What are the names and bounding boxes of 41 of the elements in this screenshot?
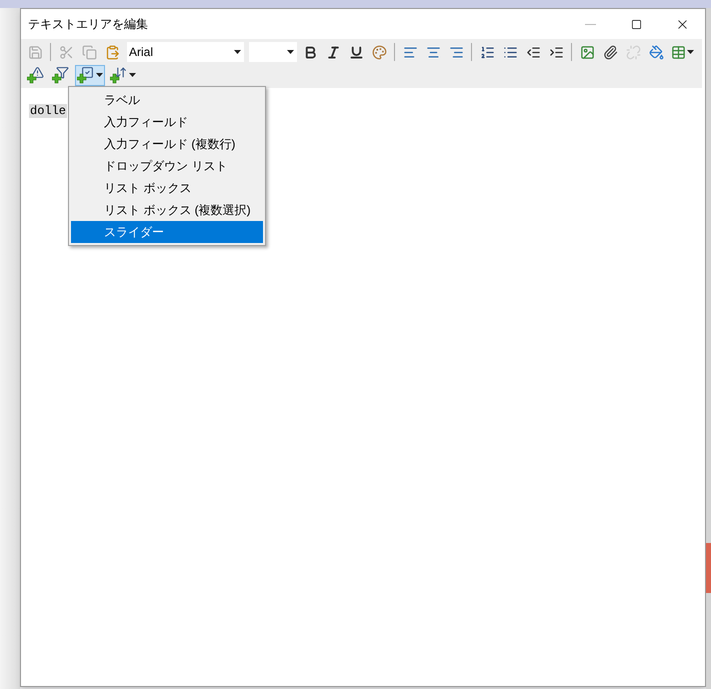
caret-icon bbox=[234, 50, 241, 54]
font-family-select[interactable]: Arial bbox=[127, 42, 244, 62]
caret-icon bbox=[129, 73, 136, 77]
menu-item[interactable]: ドロップダウン リスト bbox=[71, 155, 263, 177]
caret-icon bbox=[686, 50, 694, 54]
window-title: テキストエリアを編集 bbox=[28, 16, 149, 33]
menu-item[interactable]: 入力フィールド bbox=[71, 111, 263, 133]
menu-item[interactable]: 入力フィールド (複数行) bbox=[71, 133, 263, 155]
plus-checkbox-button[interactable] bbox=[75, 64, 105, 86]
numbered-list-icon bbox=[480, 44, 494, 60]
copy-icon bbox=[82, 44, 96, 60]
menu-item[interactable]: リスト ボックス (複数選択) bbox=[71, 199, 263, 221]
align-center-icon bbox=[426, 44, 440, 60]
plus-arrows-icon bbox=[110, 66, 128, 84]
caret-icon bbox=[96, 73, 103, 77]
maximize-icon bbox=[630, 18, 642, 30]
bullet-list-icon bbox=[502, 44, 518, 60]
menu-item[interactable]: スライダー bbox=[71, 221, 263, 243]
cut-icon bbox=[58, 44, 74, 60]
editor-text: dolle bbox=[29, 104, 68, 118]
align-left-icon bbox=[402, 44, 418, 60]
menu-item[interactable]: リスト ボックス bbox=[71, 177, 263, 199]
palette-icon bbox=[372, 44, 386, 60]
plus-arrows-button[interactable] bbox=[108, 64, 138, 86]
underline-icon bbox=[348, 44, 364, 60]
align-right-icon bbox=[448, 44, 464, 60]
save-icon bbox=[28, 44, 42, 60]
plus-filter-icon bbox=[52, 66, 70, 84]
indent-icon bbox=[548, 44, 564, 60]
image-icon bbox=[580, 44, 594, 60]
menu-item[interactable]: ラベル bbox=[71, 89, 263, 111]
plus-checkbox-icon bbox=[77, 66, 95, 84]
paint-bucket-icon bbox=[648, 44, 664, 60]
italic-icon bbox=[326, 44, 340, 60]
unlink-icon bbox=[626, 44, 640, 60]
paste-icon bbox=[104, 44, 120, 60]
table-icon bbox=[670, 44, 686, 60]
outdent-icon bbox=[526, 44, 540, 60]
caret-icon bbox=[287, 50, 294, 54]
paperclip-icon bbox=[602, 44, 618, 60]
plus-warning-icon bbox=[27, 66, 45, 84]
